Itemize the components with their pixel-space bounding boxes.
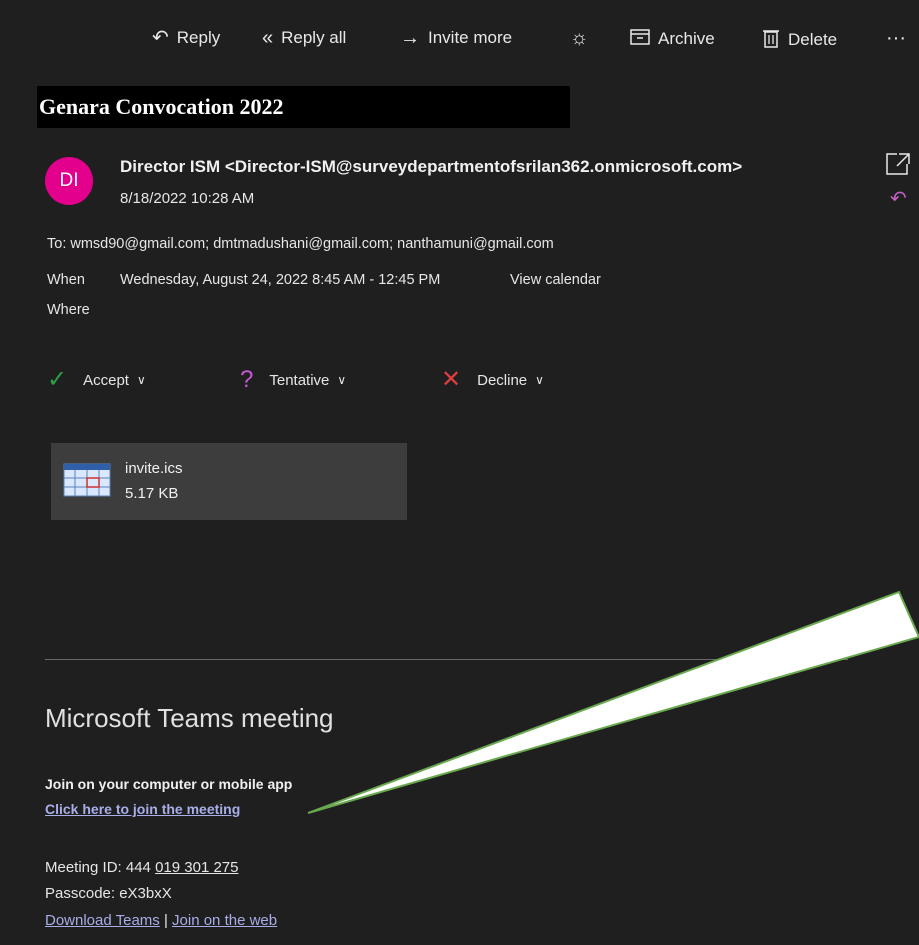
divider	[45, 659, 848, 660]
forward-arrow-icon: →	[400, 27, 420, 49]
attachment-name: invite.ics	[125, 460, 183, 477]
join-web-link[interactable]: Join on the web	[172, 912, 277, 929]
decline-button[interactable]: ✕ Decline ∨	[441, 368, 544, 392]
tentative-label: Tentative	[269, 371, 330, 389]
chevron-down-icon: ∨	[337, 373, 347, 387]
teams-links: Download Teams | Join on the web	[45, 912, 277, 929]
more-icon: ···	[886, 27, 906, 49]
decline-label: Decline	[477, 371, 528, 389]
calendar-file-icon	[63, 462, 111, 498]
accept-button[interactable]: ✓ Accept ∨	[47, 368, 146, 392]
reply-all-icon: «	[262, 27, 274, 49]
accept-label: Accept	[83, 371, 129, 389]
when-value: Wednesday, August 24, 2022 8:45 AM - 12:…	[120, 272, 441, 288]
meeting-id-label: Meeting ID: 444	[45, 859, 156, 876]
to-recipients: To: wmsd90@gmail.com; dmtmadushani@gmail…	[47, 236, 554, 252]
delete-button[interactable]: Delete	[762, 28, 837, 52]
reply-icon: ↶	[152, 27, 169, 49]
link-separator: |	[159, 912, 173, 929]
invite-more-label: Invite more	[428, 28, 513, 47]
popout-button[interactable]	[885, 152, 911, 176]
view-calendar-link[interactable]: View calendar	[510, 272, 601, 288]
chevron-down-icon: ∨	[535, 373, 544, 387]
quick-reply-icon[interactable]: ↶	[890, 186, 907, 211]
sent-date: 8/18/2022 10:28 AM	[120, 190, 255, 207]
trash-icon	[762, 28, 780, 52]
delete-label: Delete	[788, 30, 838, 49]
email-subject: Genara Convocation 2022	[37, 86, 570, 128]
theme-toggle-button[interactable]: ☼	[570, 28, 588, 48]
reply-button[interactable]: ↶ Reply	[152, 28, 220, 48]
message-toolbar: ↶ Reply « Reply all → Invite more ☼ Arch…	[0, 0, 919, 84]
more-actions-button[interactable]: ···	[886, 28, 906, 48]
check-icon: ✓	[47, 366, 68, 393]
join-meeting-link[interactable]: Click here to join the meeting	[45, 801, 240, 817]
join-instructions: Join on your computer or mobile app	[45, 776, 293, 792]
passcode: Passcode: eX3bxX	[45, 885, 172, 902]
chevron-down-icon: ∨	[136, 373, 146, 387]
download-teams-link[interactable]: Download Teams	[45, 912, 160, 929]
tentative-button[interactable]: ? Tentative ∨	[240, 368, 346, 392]
attachment-size: 5.17 KB	[125, 485, 179, 502]
reply-label: Reply	[176, 28, 221, 47]
avatar[interactable]: DI	[45, 157, 93, 205]
meeting-id: Meeting ID: 444 019 301 275	[45, 859, 238, 876]
teams-meeting-title: Microsoft Teams meeting	[45, 703, 334, 733]
popout-icon	[886, 153, 910, 175]
when-label: When	[47, 272, 85, 288]
reply-all-label: Reply all	[281, 28, 347, 47]
reply-all-button[interactable]: « Reply all	[262, 28, 346, 48]
invite-more-button[interactable]: → Invite more	[400, 28, 512, 48]
sender-name[interactable]: Director ISM <Director-ISM@surveydepartm…	[120, 157, 742, 177]
archive-label: Archive	[658, 29, 715, 48]
archive-button[interactable]: Archive	[630, 28, 715, 50]
where-label: Where	[47, 302, 90, 318]
meeting-id-number: 019 301 275	[155, 859, 239, 876]
sun-icon: ☼	[570, 27, 589, 49]
archive-icon	[630, 28, 650, 50]
x-icon: ✕	[441, 366, 462, 393]
question-icon: ?	[240, 366, 254, 393]
